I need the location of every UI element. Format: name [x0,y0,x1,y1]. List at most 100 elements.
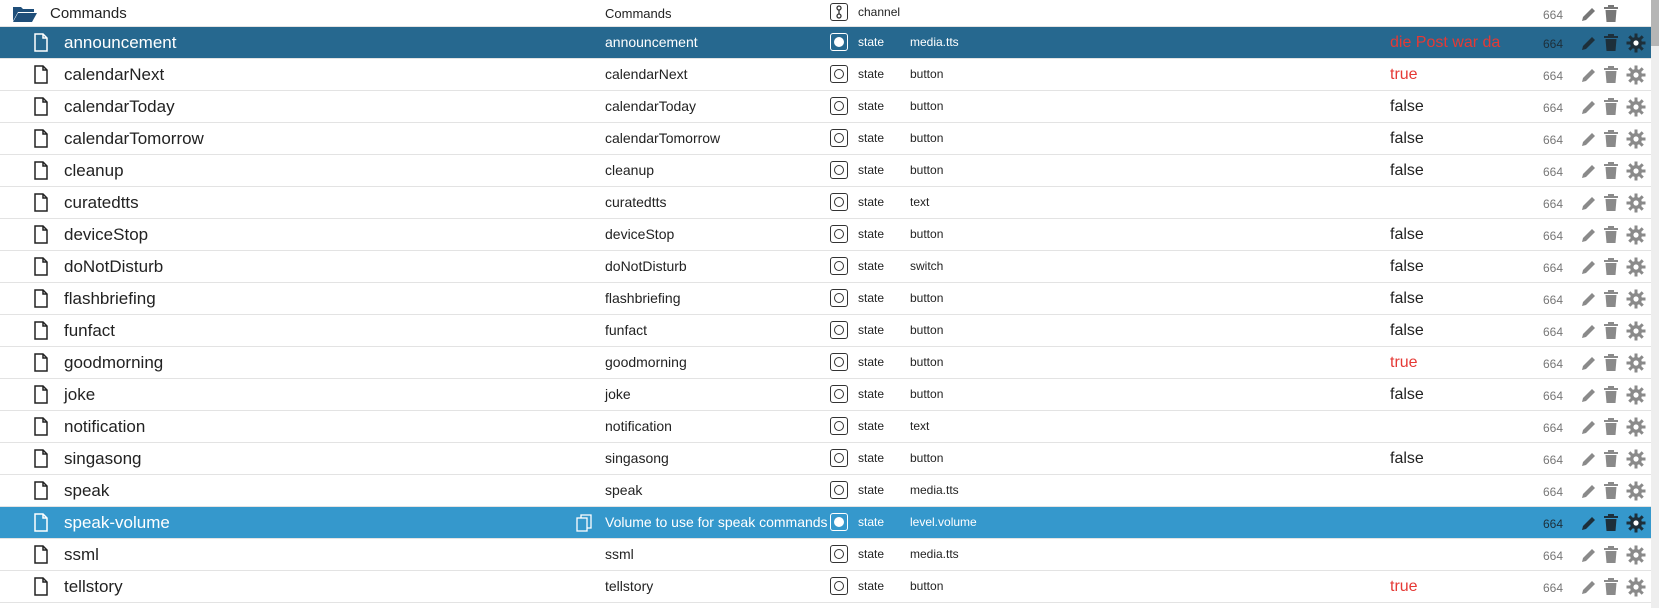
edit-icon[interactable] [1580,443,1600,474]
table-row[interactable]: calendarTomorrow calendarTomorrow state … [0,123,1651,155]
gear-icon[interactable] [1626,251,1648,282]
object-id[interactable]: cleanup [64,155,124,186]
edit-icon[interactable] [1580,475,1600,506]
table-row[interactable]: calendarToday calendarToday state button… [0,91,1651,123]
gear-icon[interactable] [1626,155,1648,186]
table-row[interactable]: goodmorning goodmorning state button tru… [0,347,1651,379]
table-row[interactable]: funfact funfact state button false 664 [0,315,1651,347]
delete-icon[interactable] [1604,347,1622,378]
table-row[interactable]: speak-volume Volume to use for speak com… [0,507,1651,539]
delete-icon[interactable] [1604,507,1622,538]
delete-icon[interactable] [1604,539,1622,570]
delete-icon[interactable] [1604,59,1622,90]
table-row[interactable]: notification notification state text 664 [0,411,1651,443]
gear-icon[interactable] [1626,283,1648,314]
gear-icon[interactable] [1626,187,1648,218]
table-row[interactable]: joke joke state button false 664 [0,379,1651,411]
object-id[interactable]: calendarNext [64,59,164,90]
edit-icon[interactable] [1580,283,1600,314]
object-id[interactable]: goodmorning [64,347,163,378]
table-row[interactable]: ssml ssml state media.tts 664 [0,539,1651,571]
object-value[interactable]: true [1390,571,1418,602]
delete-icon[interactable] [1604,251,1622,282]
table-row[interactable]: curatedtts curatedtts state text 664 [0,187,1651,219]
gear-icon[interactable] [1626,475,1648,506]
table-row[interactable]: speak speak state media.tts 664 [0,475,1651,507]
object-value[interactable]: false [1390,123,1424,154]
delete-icon[interactable] [1604,219,1622,250]
gear-icon[interactable] [1626,91,1648,122]
gear-icon[interactable] [1626,443,1648,474]
gear-icon[interactable] [1626,539,1648,570]
edit-icon[interactable] [1580,571,1600,602]
table-row[interactable]: deviceStop deviceStop state button false… [0,219,1651,251]
edit-icon[interactable] [1580,187,1600,218]
object-id[interactable]: doNotDisturb [64,251,163,282]
edit-icon[interactable] [1580,123,1600,154]
table-row[interactable]: calendarNext calendarNext state button t… [0,59,1651,91]
edit-icon[interactable] [1580,219,1600,250]
object-id[interactable]: deviceStop [64,219,148,250]
folder-row-commands[interactable]: Commands Commands channel 664 [0,0,1651,27]
edit-icon[interactable] [1580,59,1600,90]
folder-open-icon[interactable] [12,0,40,27]
copy-icon[interactable] [576,507,596,538]
object-id[interactable]: speak-volume [64,507,170,538]
object-value[interactable]: false [1390,155,1424,186]
object-id[interactable]: tellstory [64,571,123,602]
edit-icon[interactable] [1580,347,1600,378]
delete-icon[interactable] [1604,443,1622,474]
gear-icon[interactable] [1626,219,1648,250]
object-id[interactable]: calendarToday [64,91,175,122]
table-row[interactable]: doNotDisturb doNotDisturb state switch f… [0,251,1651,283]
object-id[interactable]: announcement [64,27,176,58]
gear-icon[interactable] [1626,59,1648,90]
edit-icon[interactable] [1580,379,1600,410]
gear-icon[interactable] [1626,347,1648,378]
delete-icon[interactable] [1604,411,1622,442]
object-id[interactable]: funfact [64,315,115,346]
object-id[interactable]: joke [64,379,95,410]
edit-icon[interactable] [1580,315,1600,346]
edit-icon[interactable] [1580,251,1600,282]
delete-icon[interactable] [1604,379,1622,410]
delete-icon[interactable] [1604,571,1622,602]
object-id[interactable]: notification [64,411,145,442]
table-row[interactable]: flashbriefing flashbriefing state button… [0,283,1651,315]
gear-icon[interactable] [1626,507,1648,538]
object-value[interactable]: true [1390,59,1418,90]
scrollbar-thumb[interactable] [1651,0,1659,46]
gear-icon[interactable] [1626,411,1648,442]
delete-icon[interactable] [1604,27,1622,58]
edit-icon[interactable] [1580,411,1600,442]
delete-icon[interactable] [1604,315,1622,346]
delete-icon[interactable] [1604,91,1622,122]
vertical-scrollbar[interactable] [1651,0,1659,608]
object-value[interactable]: false [1390,379,1424,410]
table-row[interactable]: tellstory tellstory state button true 66… [0,571,1651,603]
object-value[interactable]: false [1390,219,1424,250]
object-value[interactable]: false [1390,315,1424,346]
gear-icon[interactable] [1626,571,1648,602]
object-id[interactable]: singasong [64,443,142,474]
edit-icon[interactable] [1580,27,1600,58]
object-value[interactable]: false [1390,443,1424,474]
object-id[interactable]: flashbriefing [64,283,156,314]
object-value[interactable]: die Post war da [1390,27,1500,58]
object-id[interactable]: ssml [64,539,99,570]
table-row[interactable]: singasong singasong state button false 6… [0,443,1651,475]
delete-icon[interactable] [1604,475,1622,506]
object-value[interactable]: false [1390,251,1424,282]
object-id[interactable]: speak [64,475,109,506]
delete-icon[interactable] [1604,155,1622,186]
delete-icon[interactable] [1604,123,1622,154]
edit-icon[interactable] [1580,155,1600,186]
delete-icon[interactable] [1604,283,1622,314]
object-value[interactable]: true [1390,347,1418,378]
object-value[interactable]: false [1390,283,1424,314]
edit-icon[interactable] [1580,91,1600,122]
table-row[interactable]: cleanup cleanup state button false 664 [0,155,1651,187]
object-value[interactable]: false [1390,91,1424,122]
edit-icon[interactable] [1580,0,1600,27]
edit-icon[interactable] [1580,507,1600,538]
